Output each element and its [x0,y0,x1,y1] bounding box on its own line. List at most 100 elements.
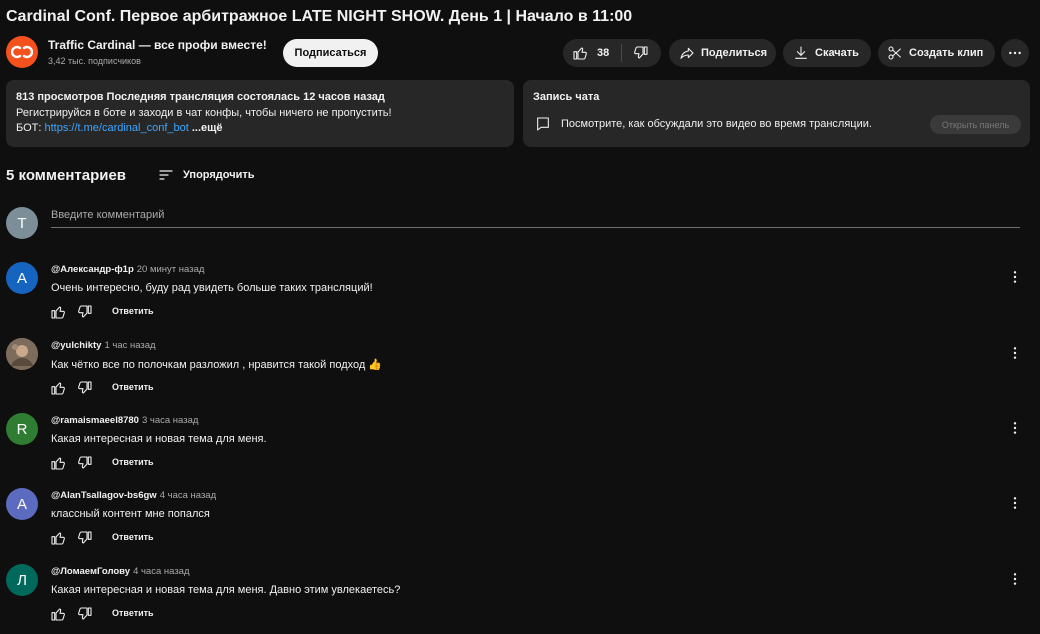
more-horizontal-icon [1009,51,1021,55]
video-title: Cardinal Conf. Первое арбитражное LATE N… [6,8,633,25]
comment-time[interactable]: 20 минут назад [137,264,205,275]
comment-text: Какая интересная и новая тема для меня. … [51,584,401,596]
download-icon [795,46,807,59]
comment-time[interactable]: 4 часа назад [160,490,216,501]
comment-like-button[interactable] [49,454,67,472]
comment-reply-button[interactable]: Ответить [112,382,154,392]
comment-item: Л @ЛомаемГолову 4 часа назад Какая интересн… [6,564,1026,624]
comment-menu-button[interactable] [1006,419,1024,437]
more-vertical-icon [1007,269,1023,285]
thumbs-down-icon [77,304,93,320]
subscriber-count: 3,42 тыс. подписчиков [48,56,141,66]
thumbs-up-icon [50,304,66,320]
comment-dislike-button[interactable] [76,605,94,623]
description-bot-line: БОТ: https://t.me/cardinal_conf_bot ...е… [16,121,504,137]
share-button[interactable]: Поделиться [669,39,776,67]
comment-author[interactable]: @AlanTsallagov-bs6gw [51,490,157,501]
comment-text: Какая интересная и новая тема для меня. [51,433,267,445]
channel-logo-icon [11,45,33,59]
comment-menu-button[interactable] [1006,494,1024,512]
create-clip-button[interactable]: Создать клип [878,39,995,67]
comment-like-button[interactable] [49,379,67,397]
comment-menu-button[interactable] [1006,344,1024,362]
comment-dislike-button[interactable] [76,529,94,547]
chat-bubble-icon [537,117,549,131]
sort-icon [159,170,173,180]
comment-dislike-button[interactable] [76,379,94,397]
comment-dislike-button[interactable] [76,454,94,472]
comment-like-button[interactable] [49,605,67,623]
photo-avatar-icon [6,338,38,370]
comment-item: R @ramaismaeel8780 3 часа назад Какая интер… [6,413,1026,473]
comment-input-row: T Введите комментарий [6,207,1020,241]
comment-time[interactable]: 4 часа назад [133,566,189,577]
like-dislike-group: 38 [563,39,661,67]
create-clip-label: Создать клип [909,47,984,59]
thumbs-up-icon [50,455,66,471]
share-icon [680,47,694,59]
like-button[interactable]: 38 [563,39,621,67]
thumbs-down-icon [634,46,648,59]
thumbs-down-icon [77,606,93,622]
scissors-icon [888,46,901,60]
comment-reply-button[interactable]: Ответить [112,306,154,316]
comment-text: Как чётко все по полочкам разложил , нра… [51,359,383,371]
comment-author[interactable]: @Александр-ф1р [51,264,134,275]
description-more-button[interactable]: ...ещё [192,122,223,134]
comment-menu-button[interactable] [1006,268,1024,286]
commenter-avatar[interactable]: A [6,488,38,520]
thumbs-down-icon [77,380,93,396]
channel-avatar[interactable] [6,36,38,68]
comment-item: A @AlanTsallagov-bs6gw 4 часа назад классны… [6,488,1026,548]
bot-link[interactable]: https://t.me/cardinal_conf_bot [44,122,188,134]
sort-comments-button[interactable]: Упорядочить [158,166,268,184]
more-vertical-icon [1007,420,1023,436]
comment-time[interactable]: 1 час назад [104,340,155,351]
comment-text: Очень интересно, буду рад увидеть больше… [51,282,373,294]
more-vertical-icon [1007,495,1023,511]
subscribe-button[interactable]: Подписаться [283,39,378,67]
comment-menu-button[interactable] [1006,570,1024,588]
commenter-avatar[interactable]: R [6,413,38,445]
commenter-avatar[interactable]: Л [6,564,38,596]
more-vertical-icon [1007,571,1023,587]
thumbs-down-icon [77,455,93,471]
comment-time[interactable]: 3 часа назад [142,415,198,426]
comment-author-row: @AlanTsallagov-bs6gw 4 часа назад [51,490,216,501]
sort-label: Упорядочить [183,169,255,181]
thumbs-up-icon [50,530,66,546]
comment-author-row: @ramaismaeel8780 3 часа назад [51,415,198,426]
open-panel-button[interactable]: Открыть панель [930,115,1021,134]
comment-dislike-button[interactable] [76,303,94,321]
comment-author[interactable]: @yulchikty [51,340,101,351]
comment-author-row: @ЛомаемГолову 4 часа назад [51,566,190,577]
description-box[interactable]: 813 просмотров Последняя трансляция сост… [6,80,514,147]
bot-prefix: БОТ: [16,122,45,134]
dislike-button[interactable] [622,39,660,67]
comment-reply-button[interactable]: Ответить [112,532,154,542]
thumbs-down-icon [77,530,93,546]
thumbs-up-icon [50,606,66,622]
commenter-avatar[interactable] [6,338,38,370]
comment-reply-button[interactable]: Ответить [112,457,154,467]
comment-author[interactable]: @ramaismaeel8780 [51,415,139,426]
comment-text: классный контент мне попался [51,508,210,520]
comment-like-button[interactable] [49,529,67,547]
chat-replay-text: Посмотрите, как обсуждали это видео во в… [561,118,872,130]
comment-input[interactable]: Введите комментарий [51,209,1020,228]
comment-author-row: @Александр-ф1р 20 минут назад [51,264,204,275]
comment-reply-button[interactable]: Ответить [112,608,154,618]
comment-author-row: @yulchikty 1 час назад [51,340,156,351]
share-label: Поделиться [701,47,768,59]
comment-like-button[interactable] [49,303,67,321]
owner-row: Traffic Cardinal — все профи вместе! 3,4… [6,36,1034,70]
thumbs-up-icon [573,47,587,60]
channel-name[interactable]: Traffic Cardinal — все профи вместе! [48,38,267,52]
more-actions-button[interactable] [1001,39,1029,67]
download-button[interactable]: Скачать [783,39,871,67]
thumbs-up-icon [50,380,66,396]
commenter-avatar[interactable]: А [6,262,38,294]
comment-author[interactable]: @ЛомаемГолову [51,566,130,577]
like-count: 38 [597,47,610,59]
more-vertical-icon [1007,345,1023,361]
